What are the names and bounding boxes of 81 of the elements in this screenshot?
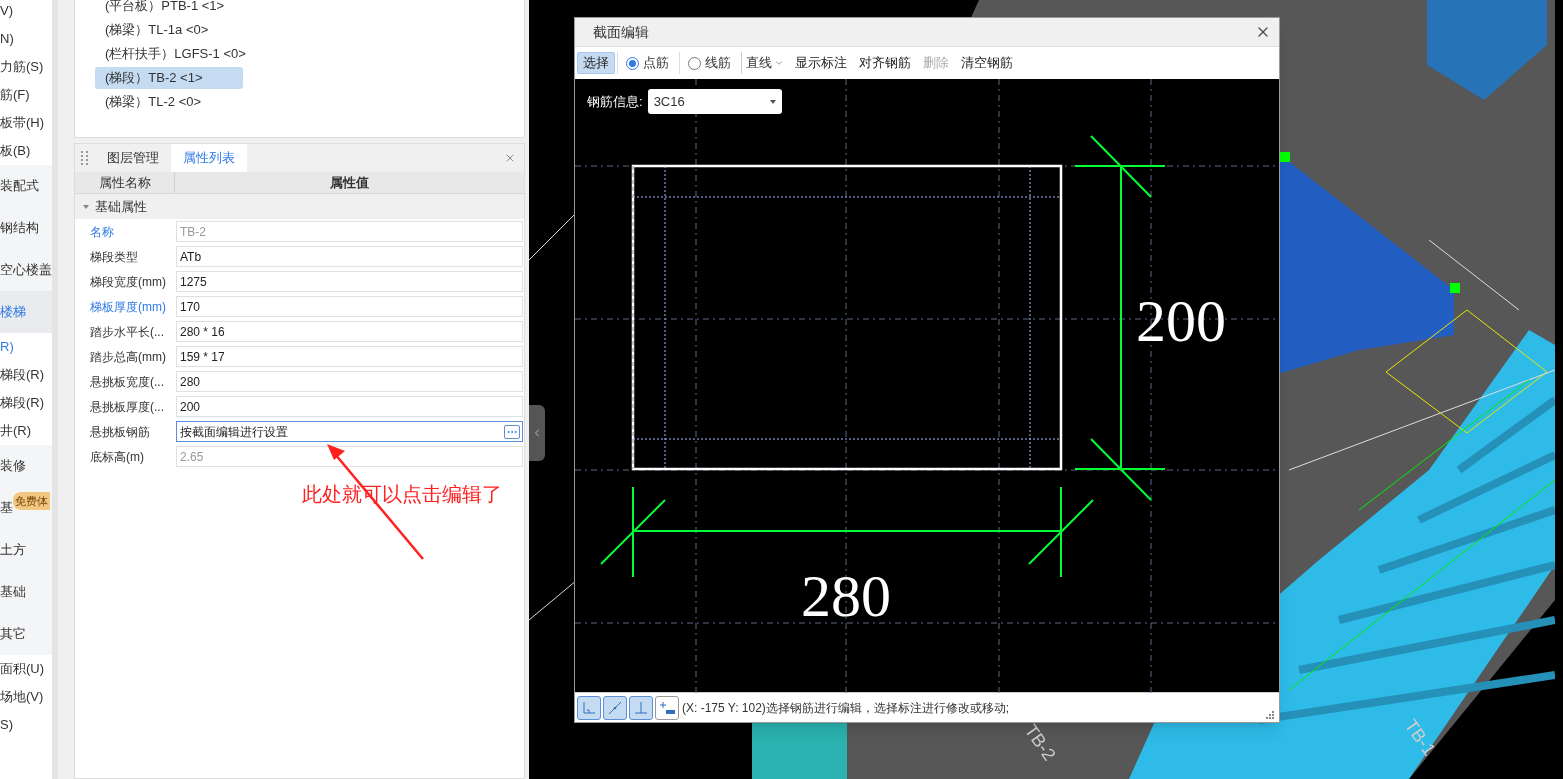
diagonal-line-icon xyxy=(608,700,622,715)
caret-icon xyxy=(769,99,776,104)
grip-point[interactable] xyxy=(1450,283,1460,293)
property-value-field[interactable]: 280 * 16 xyxy=(176,321,523,342)
trial-badge: 免费体 xyxy=(13,492,50,510)
toolbar-button[interactable]: 清空钢筋 xyxy=(956,52,1018,74)
dimension-value[interactable]: 280 xyxy=(801,563,891,629)
column-header: 属性值 xyxy=(329,173,370,192)
sidebar-item[interactable]: 力筋(S) xyxy=(0,53,52,81)
toolbar-button[interactable]: 显示标注 xyxy=(790,52,852,74)
drag-handle-icon[interactable] xyxy=(81,151,89,165)
sidebar-item[interactable]: 井(R) xyxy=(0,417,52,445)
sidebar-item[interactable]: S) xyxy=(0,711,52,739)
sidebar-category[interactable]: 钢结构 xyxy=(0,207,52,249)
sidebar-item[interactable]: 面积(U) xyxy=(0,655,52,683)
sidebar-item[interactable]: N) xyxy=(0,25,52,53)
component-list-item[interactable]: (梯段）TB-2 <1> xyxy=(95,67,243,89)
section-outline[interactable] xyxy=(631,164,1063,471)
property-value-field[interactable]: 159 * 17 xyxy=(176,346,523,367)
property-value-field[interactable]: 200 xyxy=(176,396,523,417)
dialog-title: 截面编辑 xyxy=(593,22,650,42)
close-icon[interactable] xyxy=(504,152,516,164)
sidebar-category[interactable]: 土方 xyxy=(0,529,52,571)
component-list-item[interactable]: (梯梁）TL-2 <0> xyxy=(95,91,243,113)
caret-icon xyxy=(774,58,784,68)
sidebar-item[interactable]: V) xyxy=(0,0,52,25)
line-type-dropdown[interactable]: 直线 xyxy=(741,52,788,74)
property-value-field[interactable]: ATb xyxy=(176,246,523,267)
sidebar-category[interactable]: 其它 xyxy=(0,613,52,655)
property-name: 梯板厚度(mm) xyxy=(89,298,167,316)
property-value-field[interactable]: 280 xyxy=(176,371,523,392)
property-name: 梯段宽度(mm) xyxy=(89,273,167,291)
sidebar-item[interactable]: 场地(V) xyxy=(0,683,52,711)
sidebar-category[interactable]: 空心楼盖 xyxy=(0,249,52,291)
sidebar-category[interactable]: 装配式 xyxy=(0,165,52,207)
radio-option[interactable]: 点筋 xyxy=(617,52,677,74)
rebar-info-select[interactable]: 3C16 xyxy=(647,89,782,114)
sidebar-category[interactable]: 楼梯 xyxy=(0,291,52,333)
width-dimension-line[interactable] xyxy=(600,486,1094,578)
snap-tool-button[interactable] xyxy=(577,695,601,720)
property-name: 梯段类型 xyxy=(89,248,139,266)
corner-snap-icon xyxy=(582,700,596,715)
property-name: 悬挑板厚度(... xyxy=(89,398,165,416)
status-text: (X: -175 Y: 102)选择钢筋进行编辑，选择标注进行修改或移动; xyxy=(682,699,1011,717)
more-button[interactable] xyxy=(504,424,520,439)
panel-tab[interactable]: 属性列表 xyxy=(171,144,247,172)
property-name: 底标高(m) xyxy=(89,448,145,466)
radio-option[interactable]: 线筋 xyxy=(679,52,739,74)
sidebar-item[interactable]: 梯段(R) xyxy=(0,389,52,417)
grip-point[interactable] xyxy=(1280,152,1290,162)
dimension-value[interactable]: 200 xyxy=(1136,288,1226,354)
sidebar-item[interactable]: 板带(H) xyxy=(0,109,52,137)
sidebar-item[interactable]: R) xyxy=(0,333,52,361)
perpendicular-icon xyxy=(634,700,648,715)
panel-tab[interactable]: 图层管理 xyxy=(95,144,171,172)
rebar-info-label: 钢筋信息: xyxy=(587,92,643,111)
snap-tool-button[interactable] xyxy=(655,695,679,720)
property-name: 悬挑板宽度(... xyxy=(89,373,165,391)
property-value-field[interactable]: 170 xyxy=(176,296,523,317)
snap-tool-button[interactable] xyxy=(629,695,653,720)
sidebar-item[interactable]: 筋(F) xyxy=(0,81,52,109)
toolbar-button[interactable]: 选择 xyxy=(577,52,615,74)
property-name: 名称 xyxy=(89,223,115,241)
toolbar-button[interactable]: 对齐钢筋 xyxy=(854,52,916,74)
sidebar-category[interactable]: 基础 xyxy=(0,571,52,613)
sidebar-item[interactable]: 板(B) xyxy=(0,137,52,165)
component-list-item[interactable]: (梯梁）TL-1a <0> xyxy=(95,19,243,41)
property-value-field[interactable]: 1275 xyxy=(176,271,523,292)
sidebar-category[interactable]: 装修 xyxy=(0,445,52,487)
sidebar-item[interactable]: 梯段(R) xyxy=(0,361,52,389)
property-name: 踏步总高(mm) xyxy=(89,348,167,366)
add-dimension-icon xyxy=(659,700,675,715)
component-list-item[interactable]: (平台板）PTB-1 <1> xyxy=(95,0,243,17)
caret-icon xyxy=(83,204,89,209)
property-group-header[interactable]: 基础属性 xyxy=(75,194,524,219)
snap-tool-button[interactable] xyxy=(603,695,627,720)
column-header: 属性名称 xyxy=(75,172,175,193)
property-name: 踏步水平长(... xyxy=(89,323,165,341)
property-name: 悬挑板钢筋 xyxy=(89,423,151,441)
property-value-field[interactable]: 按截面编辑进行设置 xyxy=(176,421,523,442)
resize-grip-icon[interactable] xyxy=(1266,711,1274,719)
